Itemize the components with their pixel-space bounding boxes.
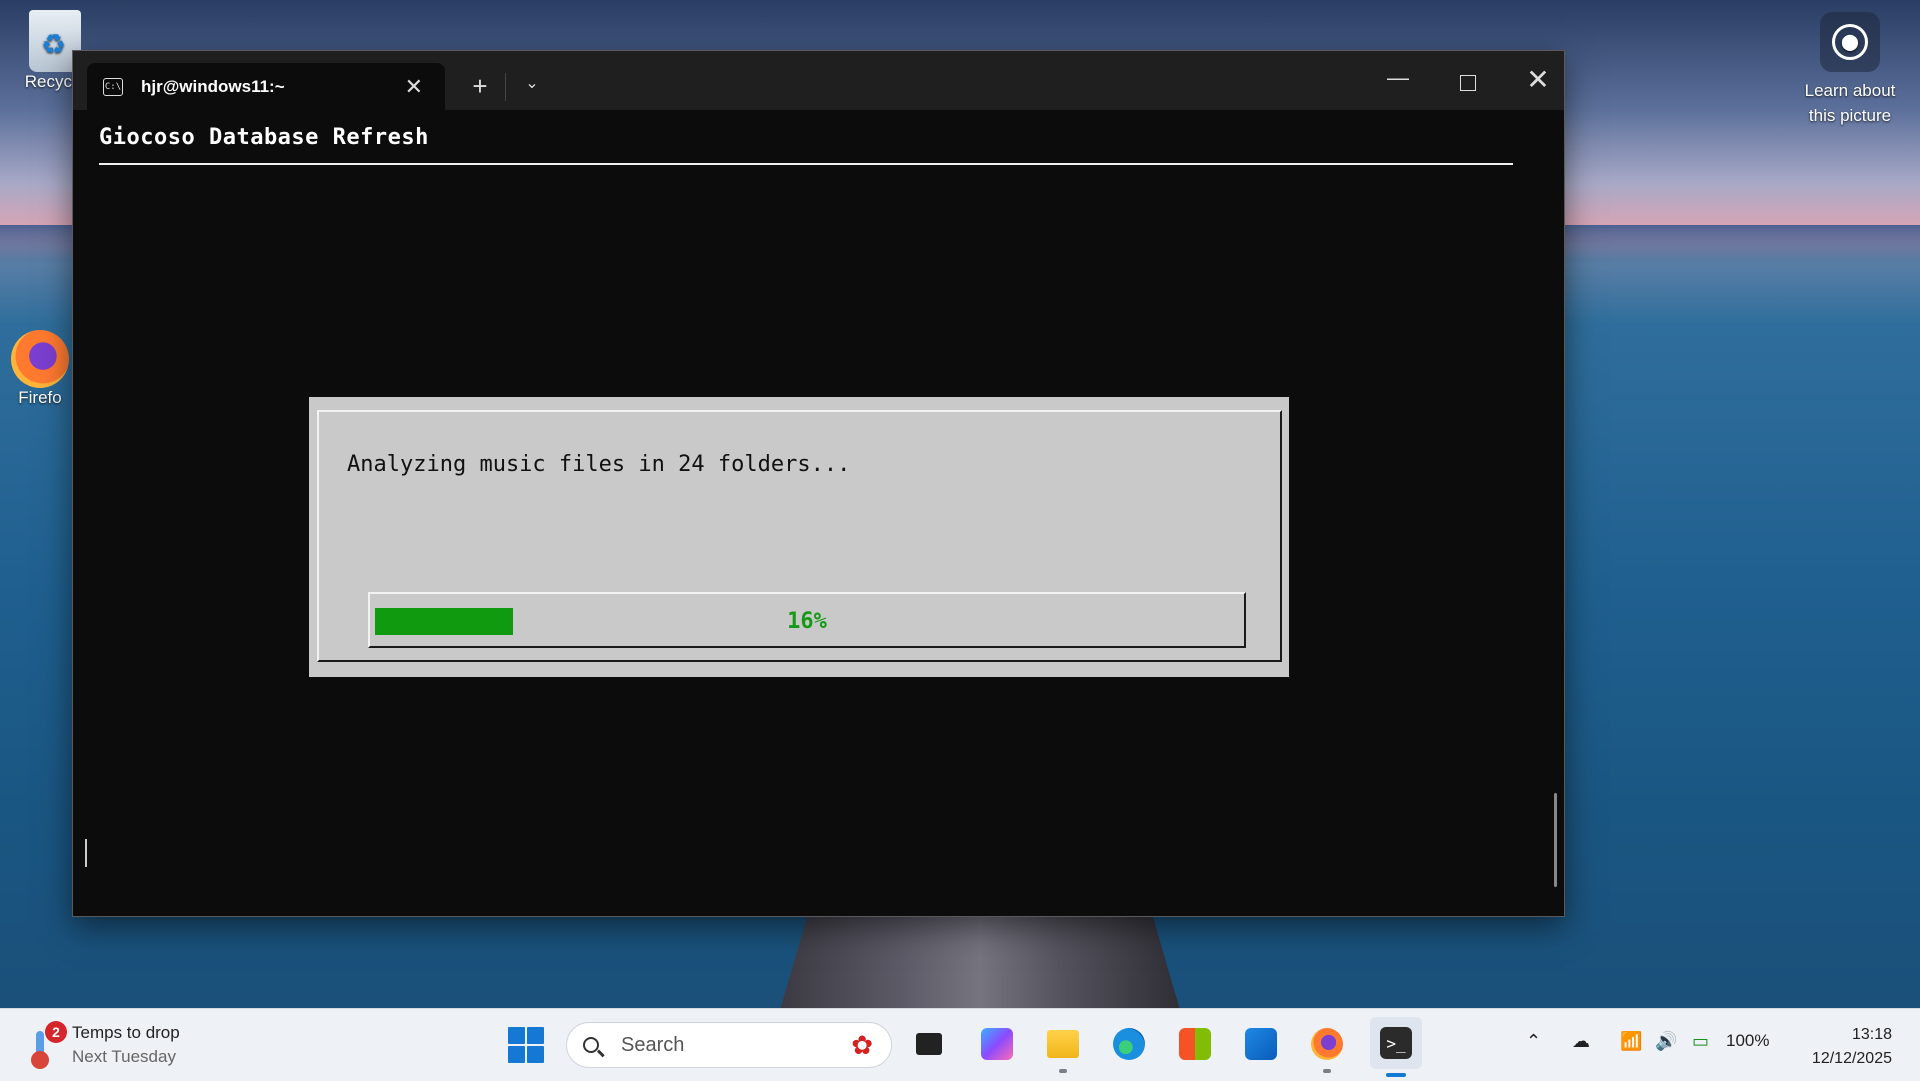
onedrive-icon[interactable]: ☁ <box>1572 1031 1590 1052</box>
dialog-frame: Analyzing music files in 24 folders... 1… <box>317 410 1282 662</box>
search-icon <box>583 1037 599 1053</box>
learn-about-picture[interactable]: ⬤ Learn about this picture <box>1790 12 1910 128</box>
chevron-up-icon[interactable]: ⌃ <box>1526 1031 1541 1052</box>
terminal-content[interactable]: Giocoso Database Refresh Analyzing music… <box>85 123 1529 907</box>
maximize-icon <box>1460 75 1476 91</box>
clock-time: 13:18 <box>1851 1026 1892 1043</box>
thermometer-icon: 2 <box>28 1021 67 1069</box>
new-tab-button[interactable]: + <box>465 71 495 102</box>
title-divider <box>99 163 1513 165</box>
task-view-icon <box>916 1033 942 1055</box>
minimize-button[interactable]: — <box>1373 65 1423 99</box>
progress-bar: 16% <box>368 592 1246 648</box>
start-button[interactable] <box>508 1027 544 1063</box>
edge-button[interactable] <box>1108 1023 1150 1065</box>
terminal-tab-icon: C:\ <box>103 77 123 96</box>
title-bar[interactable]: C:\ hjr@windows11:~ ✕ + ⌄ — ✕ <box>73 51 1564 110</box>
weather-subtitle: Next Tuesday <box>72 1047 176 1066</box>
file-explorer-button[interactable] <box>1042 1023 1084 1073</box>
firefox-icon <box>11 330 69 388</box>
learn-picture-icon: ⬤ <box>1820 12 1880 72</box>
outlook-button[interactable] <box>1240 1023 1282 1065</box>
weather-widget[interactable]: 2 Temps to drop Next Tuesday <box>28 1021 180 1069</box>
learn-line2: this picture <box>1808 106 1892 125</box>
text-cursor <box>85 839 87 867</box>
store-icon <box>1179 1028 1211 1060</box>
progress-dialog: Analyzing music files in 24 folders... 1… <box>309 397 1289 677</box>
firefox-taskbar-button[interactable] <box>1306 1023 1348 1073</box>
terminal-icon: >_ <box>1380 1027 1412 1059</box>
tab-close-icon[interactable]: ✕ <box>405 74 423 100</box>
maximize-button[interactable] <box>1443 65 1493 99</box>
terminal-window: C:\ hjr@windows11:~ ✕ + ⌄ — ✕ Giocoso Da… <box>72 50 1565 917</box>
folder-icon <box>1047 1030 1079 1058</box>
dialog-message: Analyzing music files in 24 folders... <box>347 452 851 477</box>
tab-separator <box>505 73 506 101</box>
app-title: Giocoso Database Refresh <box>99 125 429 150</box>
battery-percent: 100% <box>1726 1031 1770 1050</box>
edge-icon <box>1113 1028 1145 1060</box>
clock[interactable]: 13:18 12/12/2025 <box>1812 1023 1892 1071</box>
task-view-button[interactable] <box>908 1023 950 1065</box>
store-button[interactable] <box>1174 1023 1216 1065</box>
m365-icon <box>981 1028 1013 1060</box>
progress-label: 16% <box>787 609 827 634</box>
tab-terminal[interactable]: C:\ hjr@windows11:~ ✕ <box>87 63 445 110</box>
notification-badge: 2 <box>45 1021 67 1043</box>
weather-title: Temps to drop <box>72 1023 180 1042</box>
poinsettia-icon: ✿ <box>851 1029 873 1060</box>
terminal-taskbar-button[interactable]: >_ <box>1370 1017 1422 1077</box>
learn-line1: Learn about <box>1804 81 1896 100</box>
outlook-icon <box>1245 1028 1277 1060</box>
clock-date: 12/12/2025 <box>1811 1050 1892 1067</box>
volume-icon[interactable]: 🔊 <box>1655 1031 1677 1052</box>
copilot-365-button[interactable] <box>976 1023 1018 1065</box>
wifi-icon[interactable]: 📶 <box>1620 1031 1642 1052</box>
search-placeholder: Search <box>621 1033 685 1056</box>
firefox-icon <box>1311 1028 1343 1060</box>
tab-dropdown-button[interactable]: ⌄ <box>517 73 547 93</box>
windows-logo-icon <box>508 1027 525 1044</box>
scrollbar[interactable] <box>1554 793 1557 887</box>
close-window-button[interactable]: ✕ <box>1513 63 1563 97</box>
battery-icon[interactable]: ▭ <box>1692 1031 1709 1052</box>
tab-title: hjr@windows11:~ <box>141 76 285 96</box>
taskbar: 2 Temps to drop Next Tuesday Search ✿ >_ <box>0 1008 1920 1081</box>
search-box[interactable]: Search ✿ <box>566 1022 892 1068</box>
